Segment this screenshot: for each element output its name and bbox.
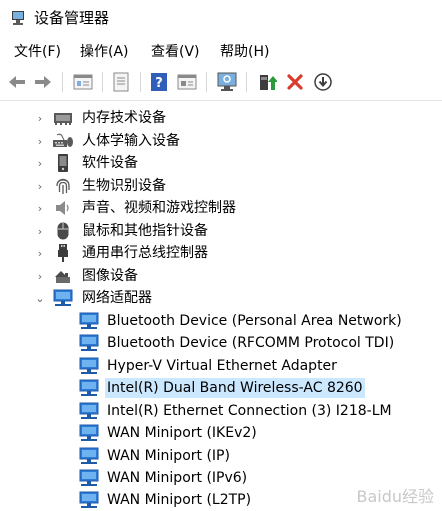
network-adapter-icon	[78, 401, 100, 421]
menu-view[interactable]: 查看(V)	[149, 42, 202, 62]
toolbar-separator	[140, 72, 141, 92]
network-adapter-icon	[78, 311, 100, 331]
tree-category-usb[interactable]: › 通用串行总线控制器	[34, 242, 210, 264]
forward-icon[interactable]	[32, 71, 54, 93]
toolbar-separator	[62, 72, 63, 92]
toolbar-separator	[102, 72, 103, 92]
software-icon	[52, 153, 74, 173]
chevron-right-icon[interactable]: ›	[34, 130, 46, 152]
tree-device-row[interactable]: Intel(R) Ethernet Connection (3) I218-LM	[78, 400, 394, 422]
tree-category-label: 内存技术设备	[82, 110, 166, 126]
tree-category-label: 人体学输入设备	[82, 133, 180, 149]
memory-icon	[52, 108, 74, 128]
tree-device-label: Intel(R) Dual Band Wireless-AC 8260	[105, 378, 365, 398]
network-adapter-icon	[78, 446, 100, 466]
tree-device-row[interactable]: Bluetooth Device (Personal Area Network)	[78, 310, 404, 332]
chevron-right-icon[interactable]: ›	[34, 107, 46, 129]
toolbar: ?	[0, 66, 442, 98]
tree-device-label: Intel(R) Ethernet Connection (3) I218-LM	[107, 403, 392, 419]
tree-device-label: WAN Miniport (IP)	[107, 448, 230, 464]
menu-file[interactable]: 文件(F)	[12, 42, 63, 62]
chevron-right-icon[interactable]: ›	[34, 152, 46, 174]
svg-text:?: ?	[155, 76, 163, 91]
view-icon[interactable]	[176, 71, 198, 93]
device-tree: › 内存技术设备 › 人体学输入设备 › 软件设备 › 生物识别设备 › 声音、…	[0, 100, 442, 509]
network-adapter-icon	[78, 356, 100, 376]
tree-category-label: 软件设备	[82, 155, 138, 171]
network-adapter-icon	[78, 423, 100, 443]
usb-icon	[52, 243, 74, 263]
tree-device-row[interactable]: Hyper-V Virtual Ethernet Adapter	[78, 355, 339, 377]
tree-category-software[interactable]: › 软件设备	[34, 152, 140, 174]
tree-device-label: WAN Miniport (IKEv2)	[107, 425, 257, 441]
uninstall-icon[interactable]	[284, 71, 306, 93]
fingerprint-icon	[52, 176, 74, 196]
tree-device-row[interactable]: WAN Miniport (IKEv2)	[78, 422, 259, 444]
chevron-down-icon[interactable]: ⌄	[34, 287, 46, 309]
mouse-icon	[52, 221, 74, 241]
network-adapter-icon	[78, 378, 100, 398]
tree-device-row-selected[interactable]: Intel(R) Dual Band Wireless-AC 8260	[78, 377, 365, 399]
tree-device-label: WAN Miniport (IPv6)	[107, 470, 248, 486]
network-adapter-icon	[78, 490, 100, 510]
driver-icon[interactable]	[110, 71, 132, 93]
properties-icon[interactable]	[72, 71, 94, 93]
menu-action[interactable]: 操作(A)	[78, 42, 131, 62]
scan-icon[interactable]	[216, 71, 238, 93]
tree-category-label: 通用串行总线控制器	[82, 245, 208, 261]
tree-device-row[interactable]: Bluetooth Device (RFCOMM Protocol TDI)	[78, 332, 396, 354]
update-driver-icon[interactable]	[256, 71, 278, 93]
tree-category-label: 生物识别设备	[82, 178, 166, 194]
tree-category-label: 鼠标和其他指针设备	[82, 223, 208, 239]
tree-device-label: Bluetooth Device (Personal Area Network)	[107, 313, 402, 329]
chevron-right-icon[interactable]: ›	[34, 197, 46, 219]
tree-category-memory[interactable]: › 内存技术设备	[34, 107, 168, 129]
device-manager-app-icon	[12, 11, 24, 25]
chevron-right-icon[interactable]: ›	[34, 175, 46, 197]
network-adapter-icon	[78, 468, 100, 488]
tree-category-biometric[interactable]: › 生物识别设备	[34, 175, 168, 197]
hid-icon	[52, 131, 74, 151]
tree-device-label: Hyper-V Virtual Ethernet Adapter	[107, 358, 337, 374]
tree-device-label: WAN Miniport (L2TP)	[107, 492, 252, 508]
chevron-right-icon[interactable]: ›	[34, 242, 46, 264]
menu-help[interactable]: 帮助(H)	[218, 42, 271, 62]
back-icon[interactable]	[6, 71, 28, 93]
tree-device-label: Bluetooth Device (RFCOMM Protocol TDI)	[107, 335, 395, 351]
tree-device-row[interactable]: WAN Miniport (IP)	[78, 445, 232, 467]
disable-icon[interactable]	[312, 71, 334, 93]
toolbar-separator	[206, 72, 207, 92]
tree-category-label: 网络适配器	[82, 290, 152, 306]
camera-icon	[52, 266, 74, 286]
chevron-right-icon[interactable]: ›	[34, 220, 46, 242]
tree-category-label: 图像设备	[82, 268, 138, 284]
tree-category-sound[interactable]: › 声音、视频和游戏控制器	[34, 197, 238, 219]
network-adapter-icon	[78, 333, 100, 353]
tree-category-mouse[interactable]: › 鼠标和其他指针设备	[34, 220, 210, 242]
tree-category-imaging[interactable]: › 图像设备	[34, 265, 140, 287]
menu-bar: 文件(F) 操作(A) 查看(V) 帮助(H)	[0, 38, 442, 66]
toolbar-separator	[246, 72, 247, 92]
speaker-icon	[52, 198, 74, 218]
tree-device-row[interactable]: WAN Miniport (IPv6)	[78, 467, 249, 489]
network-icon	[52, 288, 74, 308]
window-title: 设备管理器	[34, 9, 110, 27]
chevron-right-icon[interactable]: ›	[34, 265, 46, 287]
tree-category-hid[interactable]: › 人体学输入设备	[34, 130, 182, 152]
tree-category-network[interactable]: ⌄ 网络适配器	[34, 287, 154, 309]
tree-category-label: 声音、视频和游戏控制器	[82, 200, 236, 216]
help-icon[interactable]: ?	[148, 71, 170, 93]
title-bar: 设备管理器	[0, 0, 442, 38]
watermark: Baidu经验	[356, 487, 434, 506]
